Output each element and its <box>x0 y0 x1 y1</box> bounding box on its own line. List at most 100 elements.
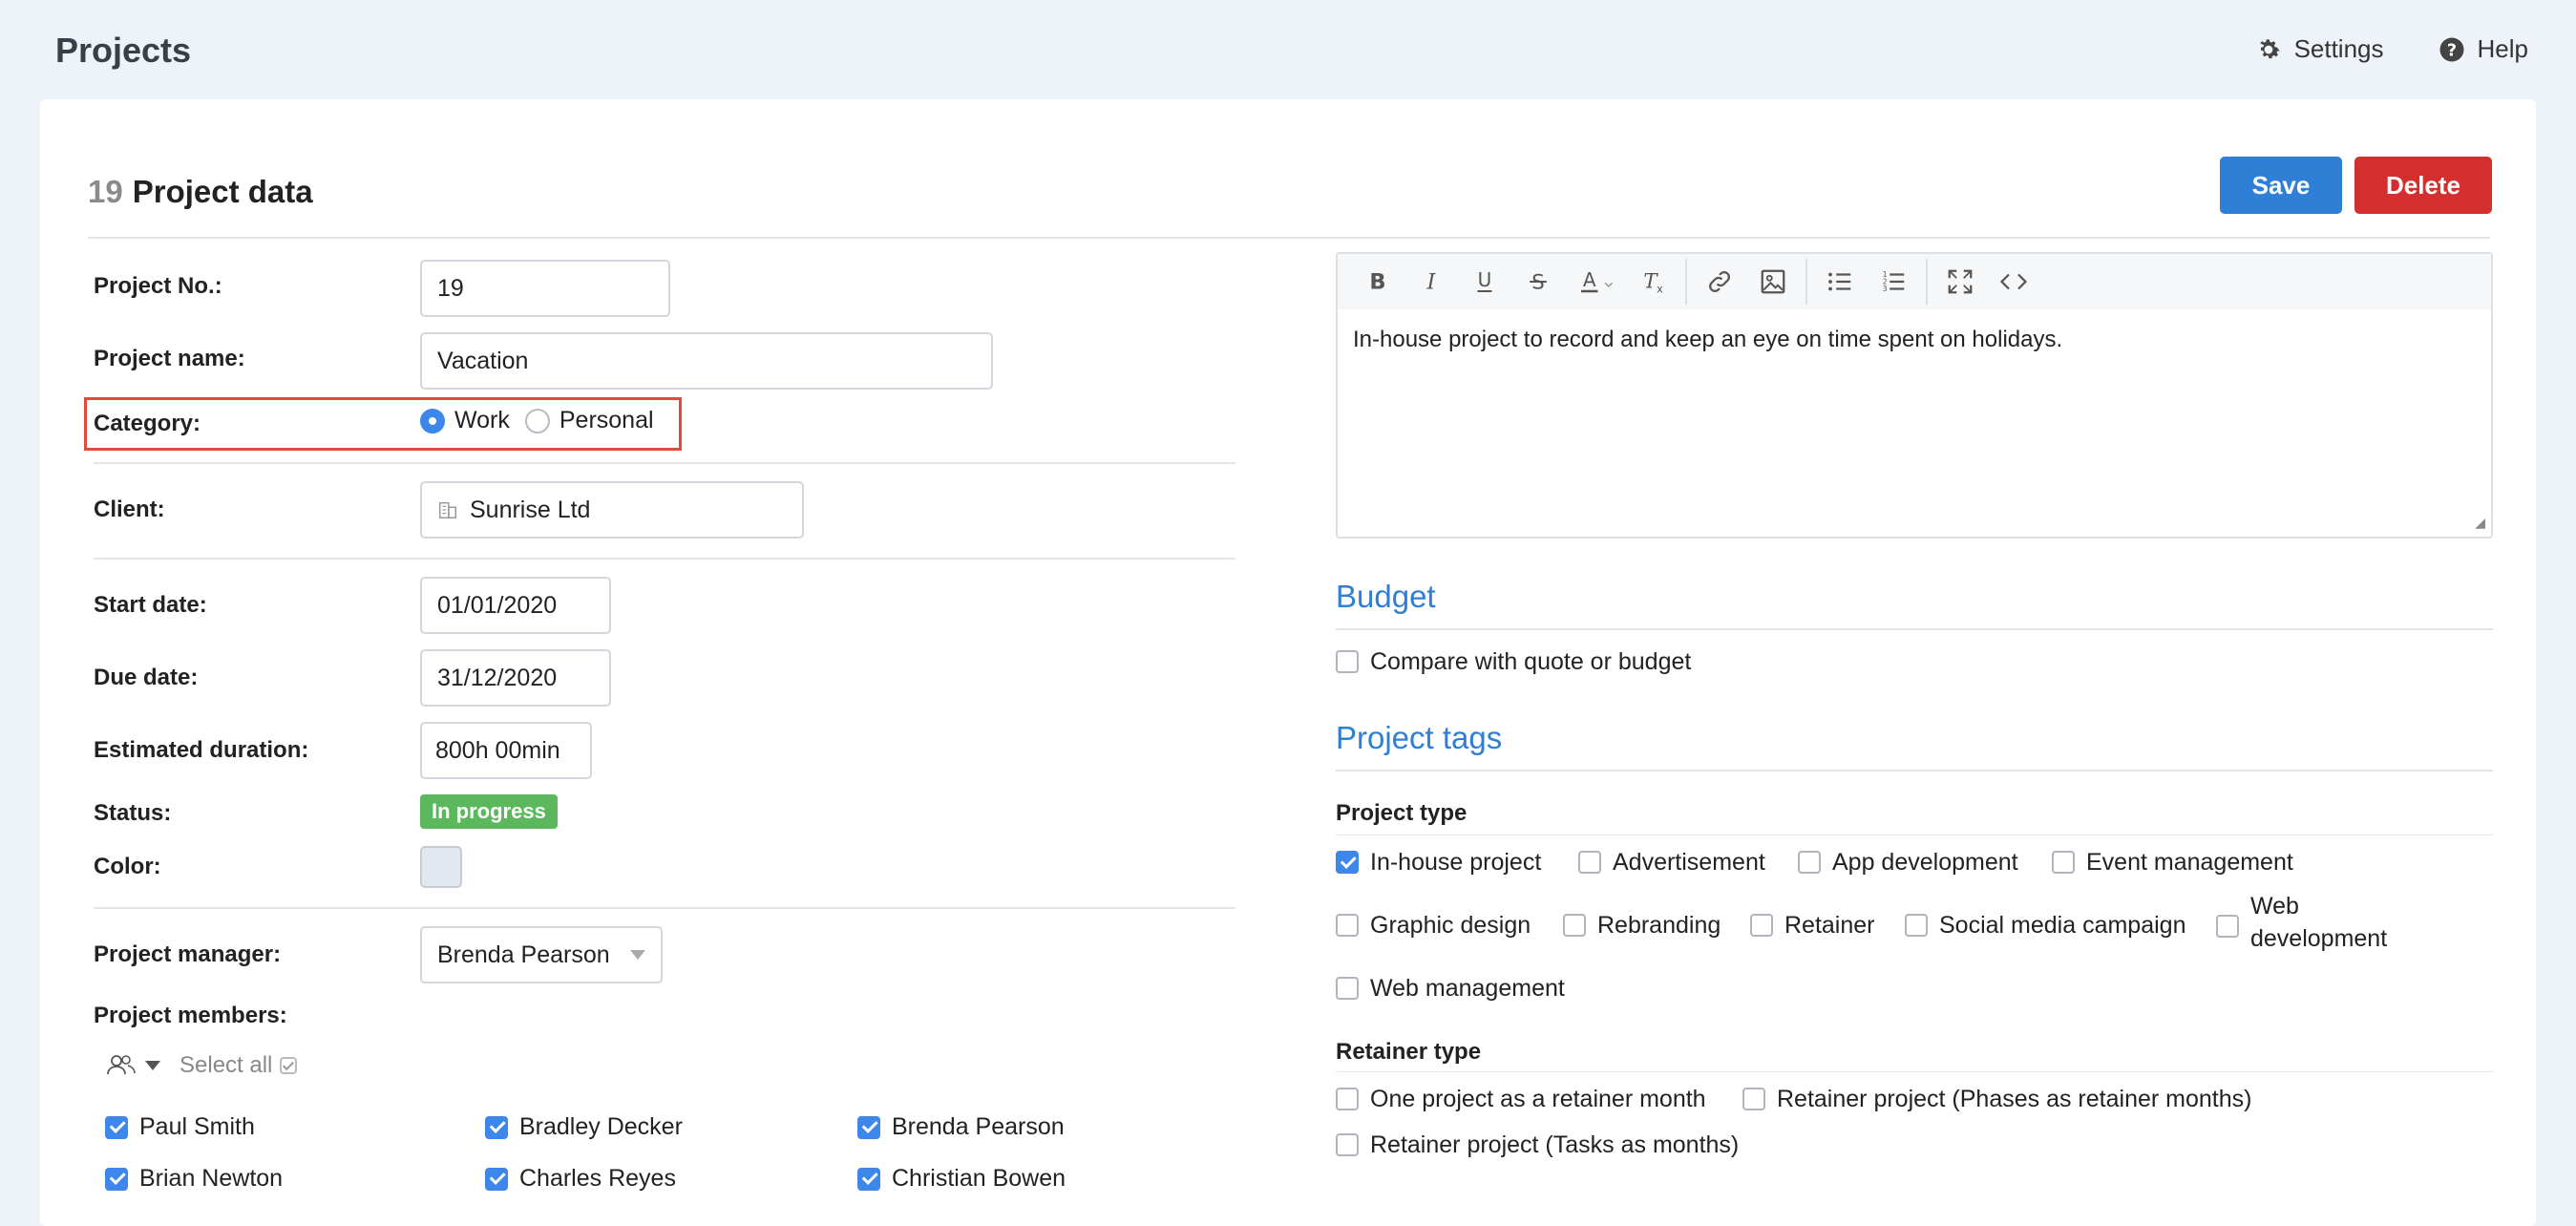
checkbox-checked-icon <box>857 1115 880 1139</box>
members-tools: Select all <box>105 1052 298 1079</box>
tag-label: Social media campaign <box>1939 912 2186 939</box>
tag-event-management[interactable]: Event management <box>2052 846 2293 878</box>
project-no-input[interactable]: 19 <box>420 260 670 317</box>
project-manager-select[interactable]: Brenda Pearson <box>420 926 663 983</box>
member-checkbox[interactable]: Brian Newton <box>105 1165 283 1193</box>
italic-icon: I <box>1426 270 1437 295</box>
tag-label: Retainer <box>1784 912 1875 939</box>
checkbox-unchecked-icon <box>1798 851 1821 874</box>
checkbox-unchecked-icon <box>1336 977 1359 1000</box>
project-name-label: Project name: <box>94 346 245 371</box>
code-icon <box>1999 273 2028 290</box>
status-badge: In progress <box>420 794 558 829</box>
description-editor: B I U S A Tx <box>1336 252 2493 539</box>
italic-button[interactable]: I <box>1404 258 1458 306</box>
tag-app-development[interactable]: App development <box>1798 846 2018 878</box>
member-name: Paul Smith <box>139 1113 255 1140</box>
member-checkbox[interactable]: Brenda Pearson <box>857 1113 1065 1141</box>
project-tags-title: Project tags <box>1336 720 1503 755</box>
client-value: Sunrise Ltd <box>470 496 591 523</box>
member-checkbox[interactable]: Paul Smith <box>105 1113 255 1141</box>
checkbox-unchecked-icon <box>1905 914 1928 937</box>
svg-text:?: ? <box>2446 41 2456 60</box>
compare-budget-label: Compare with quote or budget <box>1370 648 1692 675</box>
checkbox-unchecked-icon <box>1336 914 1359 937</box>
member-checkbox[interactable]: Charles Reyes <box>485 1165 676 1193</box>
estimated-duration-label: Estimated duration: <box>94 737 309 763</box>
project-manager-label: Project manager: <box>94 941 282 967</box>
image-button[interactable] <box>1746 258 1800 306</box>
retainer-phases-option[interactable]: Retainer project (Phases as retainer mon… <box>1742 1083 2251 1115</box>
member-checkbox[interactable]: Bradley Decker <box>485 1113 683 1141</box>
retainer-label: Retainer project (Phases as retainer mon… <box>1777 1086 2252 1112</box>
tag-graphic-design[interactable]: Graphic design <box>1336 909 1531 941</box>
tag-social-media-campaign[interactable]: Social media campaign <box>1905 909 2185 941</box>
retainer-month-option[interactable]: One project as a retainer month <box>1336 1083 1706 1115</box>
tag-retainer[interactable]: Retainer <box>1750 909 1875 941</box>
image-icon <box>1761 269 1785 294</box>
bold-button[interactable]: B <box>1351 258 1404 306</box>
page-title-text: Project data <box>132 174 313 209</box>
tag-rebranding[interactable]: Rebranding <box>1563 909 1721 941</box>
start-date-input[interactable]: 01/01/2020 <box>420 577 611 634</box>
delete-button[interactable]: Delete <box>2354 157 2492 214</box>
resize-grip-icon[interactable]: ◢ <box>2475 515 2485 531</box>
category-work-label: Work <box>454 407 510 433</box>
checkbox-unchecked-icon <box>1336 650 1359 673</box>
divider <box>94 462 1235 464</box>
color-swatch[interactable] <box>420 846 462 888</box>
compare-budget-checkbox[interactable]: Compare with quote or budget <box>1336 645 1691 678</box>
editor-content[interactable]: In-house project to record and keep an e… <box>1338 309 2491 370</box>
due-date-input[interactable]: 31/12/2020 <box>420 649 611 707</box>
settings-link[interactable]: Settings <box>2254 34 2384 64</box>
category-personal-radio[interactable]: Personal <box>524 407 654 434</box>
estimated-duration-input[interactable]: 800h 00min <box>420 722 592 779</box>
checkbox-unchecked-icon <box>1742 1088 1765 1110</box>
numbered-list-button[interactable]: 123 <box>1867 258 1920 306</box>
color-label: Color: <box>94 854 161 879</box>
tag-web-development[interactable]: Web development <box>2216 890 2407 955</box>
source-code-button[interactable] <box>1987 258 2040 306</box>
text-color-button[interactable]: A <box>1565 258 1626 306</box>
clear-format-button[interactable]: Tx <box>1626 258 1679 306</box>
help-link[interactable]: ? Help <box>2438 34 2528 64</box>
start-date-label: Start date: <box>94 592 207 618</box>
strikethrough-button[interactable]: S <box>1511 258 1565 306</box>
member-checkbox[interactable]: Christian Bowen <box>857 1165 1066 1193</box>
chevron-down-icon <box>630 950 645 960</box>
project-number: 19 <box>88 174 123 209</box>
bold-icon: B <box>1369 270 1385 295</box>
bullet-list-button[interactable] <box>1813 258 1867 306</box>
user-group-dropdown[interactable] <box>105 1052 160 1079</box>
chevron-down-icon <box>145 1061 160 1070</box>
checkbox-unchecked-icon <box>1750 914 1773 937</box>
tag-in-house-project[interactable]: In-house project <box>1336 846 1541 878</box>
strikethrough-icon: S <box>1530 271 1547 295</box>
retainer-label: Retainer project (Tasks as months) <box>1370 1131 1740 1158</box>
fullscreen-button[interactable] <box>1933 258 1987 306</box>
help-label: Help <box>2477 34 2528 63</box>
svg-text:3: 3 <box>1883 285 1888 293</box>
retainer-tasks-option[interactable]: Retainer project (Tasks as months) <box>1336 1129 1739 1161</box>
member-name: Christian Bowen <box>892 1165 1066 1192</box>
svg-text:U: U <box>1478 268 1492 291</box>
retainer-label: One project as a retainer month <box>1370 1086 1706 1112</box>
link-icon <box>1709 271 1730 292</box>
client-input[interactable]: Sunrise Ltd <box>420 481 804 539</box>
project-name-input[interactable]: Vacation <box>420 332 993 390</box>
tag-label: Graphic design <box>1370 912 1531 939</box>
link-button[interactable] <box>1693 258 1746 306</box>
save-button[interactable]: Save <box>2220 157 2342 214</box>
tag-advertisement[interactable]: Advertisement <box>1578 846 1765 878</box>
select-all-checkbox[interactable] <box>280 1057 298 1074</box>
divider <box>94 558 1235 560</box>
tag-web-management[interactable]: Web management <box>1336 972 1565 1004</box>
checkbox-unchecked-icon <box>1336 1088 1359 1110</box>
project-tags-divider <box>1336 770 2493 772</box>
select-all-toggle[interactable]: Select all <box>179 1052 298 1079</box>
budget-title: Budget <box>1336 579 1436 614</box>
underline-button[interactable]: U <box>1458 258 1511 306</box>
project-manager-value: Brenda Pearson <box>437 941 610 968</box>
category-work-radio[interactable]: Work <box>420 407 510 434</box>
fullscreen-icon <box>1948 269 1973 294</box>
